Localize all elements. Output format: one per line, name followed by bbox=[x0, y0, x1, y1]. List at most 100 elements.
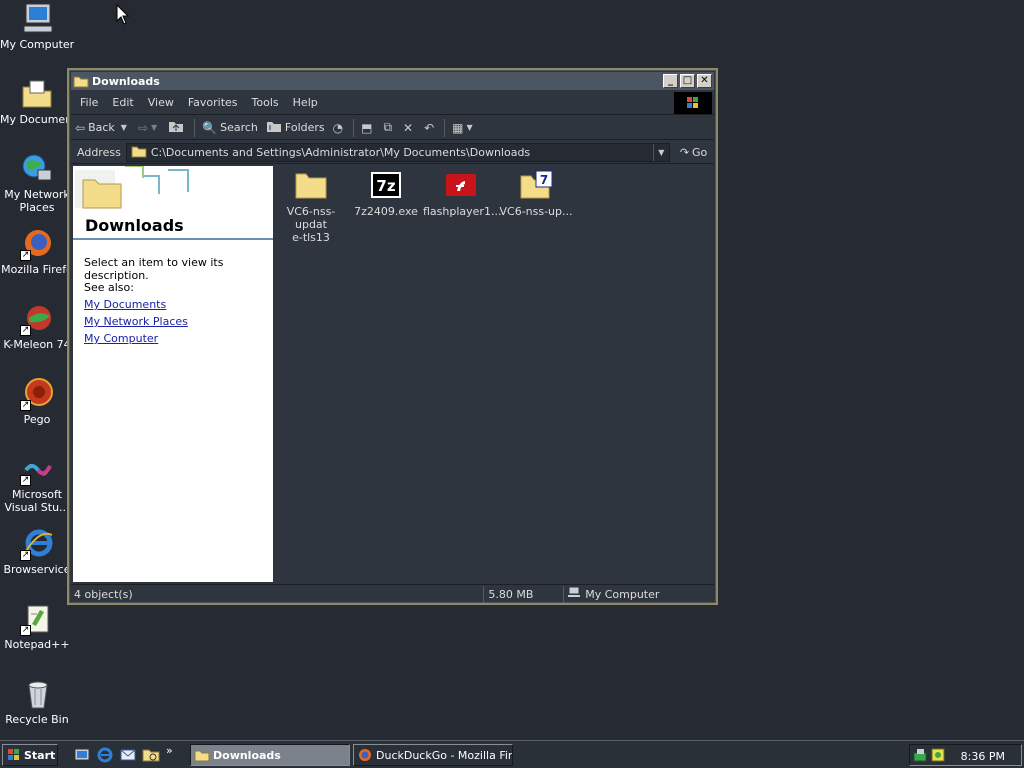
menu-help[interactable]: Help bbox=[286, 96, 325, 109]
back-button[interactable]: ⇦ Back ▼ bbox=[71, 121, 134, 135]
move-to-button[interactable]: ⬒ bbox=[357, 121, 379, 135]
svg-text:7z: 7z bbox=[376, 177, 395, 195]
desktop-icon-browservice[interactable]: ↗ Browservice bbox=[0, 527, 74, 576]
chevron-down-icon[interactable]: ▼ bbox=[467, 123, 473, 132]
desktop-icon-my-computer[interactable]: My Computer bbox=[0, 2, 74, 51]
mouse-cursor-icon bbox=[116, 4, 130, 25]
title-bar[interactable]: Downloads _ □ ✕ bbox=[71, 72, 714, 90]
quicklaunch-more-icon[interactable]: » bbox=[166, 744, 184, 762]
undo-button[interactable]: ↶ bbox=[420, 121, 441, 135]
file-item[interactable]: flashplayer1... bbox=[423, 170, 502, 218]
chevron-down-icon[interactable]: ▼ bbox=[151, 123, 157, 132]
task-firefox[interactable]: DuckDuckGo - Mozilla Fire... bbox=[353, 744, 513, 766]
network-tray-icon[interactable] bbox=[912, 747, 928, 766]
desktop-icon-label: My Computer bbox=[0, 38, 74, 51]
address-input[interactable]: C:\Documents and Settings\Administrator\… bbox=[125, 142, 670, 162]
folders-button[interactable]: Folders bbox=[262, 119, 329, 136]
windows-logo-icon bbox=[7, 748, 21, 762]
desktop-icon-firefox[interactable]: ↗ Mozilla Firefo bbox=[0, 227, 74, 276]
maximize-button[interactable]: □ bbox=[680, 74, 695, 88]
recycle-bin-icon bbox=[20, 677, 54, 711]
folders-label: Folders bbox=[284, 121, 325, 134]
desktop-icon-network-places[interactable]: My Network Places bbox=[0, 152, 74, 214]
status-object-count: 4 object(s) bbox=[71, 585, 485, 603]
desktop-icon-recycle-bin[interactable]: Recycle Bin bbox=[0, 677, 74, 726]
windows-logo-icon bbox=[674, 92, 712, 114]
history-icon: ◔ bbox=[332, 120, 344, 135]
move-to-icon: ⬒ bbox=[361, 120, 373, 135]
chevron-down-icon[interactable]: ▼ bbox=[121, 123, 127, 132]
svg-text:7: 7 bbox=[540, 173, 548, 187]
sevenzip-archive-icon: 7 bbox=[519, 170, 553, 200]
sevenzip-icon: 7z bbox=[369, 170, 403, 200]
history-button[interactable]: ◔ bbox=[329, 121, 350, 135]
go-button[interactable]: ↷ Go bbox=[680, 146, 707, 159]
link-my-network-places[interactable]: My Network Places bbox=[84, 315, 188, 328]
internet-explorer-icon[interactable] bbox=[96, 746, 114, 764]
status-location: My Computer bbox=[564, 586, 714, 603]
file-list: VC6-nss-updat e-tls13 7z 7z2409.exe flas… bbox=[273, 166, 713, 582]
file-name: VC6-nss-up... bbox=[499, 205, 573, 218]
link-my-documents[interactable]: My Documents bbox=[84, 298, 166, 311]
window-title: Downloads bbox=[92, 74, 160, 88]
menu-edit[interactable]: Edit bbox=[105, 96, 140, 109]
security-tray-icon[interactable] bbox=[930, 747, 946, 766]
close-button[interactable]: ✕ bbox=[697, 74, 712, 88]
menu-file[interactable]: File bbox=[71, 96, 105, 109]
clock[interactable]: 8:36 PM bbox=[961, 750, 1005, 763]
desktop-icon-label: Browservice bbox=[3, 563, 71, 576]
search-button[interactable]: 🔍 Search bbox=[198, 121, 262, 135]
menu-favorites[interactable]: Favorites bbox=[181, 96, 245, 109]
task-pane-title: Downloads bbox=[85, 216, 184, 235]
task-label: Downloads bbox=[213, 748, 281, 762]
start-label: Start bbox=[24, 748, 56, 762]
delete-icon: ✕ bbox=[403, 120, 414, 135]
desktop-icon-label: Visual Stu... bbox=[4, 501, 70, 514]
search-icon: 🔍 bbox=[202, 120, 218, 135]
shortcut-arrow-icon: ↗ bbox=[20, 475, 31, 486]
desktop-icon-label: K-Meleon 74 bbox=[3, 338, 71, 351]
my-computer-icon bbox=[20, 2, 54, 36]
outlook-express-icon[interactable] bbox=[119, 746, 137, 764]
start-button[interactable]: Start bbox=[2, 744, 58, 766]
menu-view[interactable]: View bbox=[141, 96, 181, 109]
desktop-icon-pego[interactable]: ↗ Pego bbox=[0, 377, 74, 426]
toolbar-separator bbox=[444, 118, 446, 137]
shortcut-arrow-icon: ↗ bbox=[20, 400, 31, 411]
address-dropdown-button[interactable]: ▼ bbox=[652, 143, 669, 161]
firefox-icon bbox=[357, 748, 373, 762]
address-label: Address bbox=[77, 145, 121, 159]
desktop-icon-kmeleon[interactable]: ↗ K-Meleon 74 bbox=[0, 302, 74, 351]
desktop-icon-label: My Document bbox=[0, 113, 74, 126]
desktop-icon-my-documents[interactable]: My Document bbox=[0, 77, 74, 126]
flash-installer-icon bbox=[444, 170, 478, 200]
file-item[interactable]: VC6-nss-updat e-tls13 bbox=[273, 170, 349, 244]
task-label: DuckDuckGo - Mozilla Fire... bbox=[376, 748, 512, 762]
delete-button[interactable]: ✕ bbox=[399, 121, 420, 135]
up-folder-button[interactable] bbox=[164, 119, 191, 136]
show-desktop-icon[interactable] bbox=[73, 746, 91, 764]
minimize-button[interactable]: _ bbox=[663, 74, 678, 88]
forward-arrow-icon: ⇨ bbox=[137, 120, 148, 135]
file-item[interactable]: 7z 7z2409.exe bbox=[348, 170, 424, 218]
menu-tools[interactable]: Tools bbox=[245, 96, 286, 109]
desktop-icon-label: Notepad++ bbox=[4, 638, 70, 651]
desktop-icon-label: Microsoft bbox=[11, 488, 63, 501]
shortcut-arrow-icon: ↗ bbox=[20, 250, 31, 261]
file-item[interactable]: 7 VC6-nss-up... bbox=[498, 170, 574, 218]
shortcut-arrow-icon: ↗ bbox=[20, 550, 31, 561]
desktop-icon-visual-studio[interactable]: ↗ Microsoft Visual Stu... bbox=[0, 452, 74, 514]
task-downloads[interactable]: Downloads bbox=[190, 744, 350, 766]
see-also-label: See also: bbox=[84, 281, 134, 294]
link-my-computer[interactable]: My Computer bbox=[84, 332, 158, 345]
forward-button[interactable]: ⇨ ▼ bbox=[134, 121, 164, 135]
notepadpp-icon: ↗ bbox=[20, 602, 54, 636]
desktop-icon-notepadpp[interactable]: ↗ Notepad++ bbox=[0, 602, 74, 651]
toolbar-separator bbox=[353, 118, 355, 137]
views-button[interactable]: ▦ ▼ bbox=[448, 121, 480, 135]
copy-to-button[interactable]: ⧉ bbox=[379, 120, 399, 135]
file-name: flashplayer1... bbox=[423, 205, 502, 218]
file-name: 7z2409.exe bbox=[354, 205, 418, 218]
kmeleon-icon: ↗ bbox=[20, 302, 54, 336]
explorer-icon[interactable] bbox=[142, 746, 160, 764]
